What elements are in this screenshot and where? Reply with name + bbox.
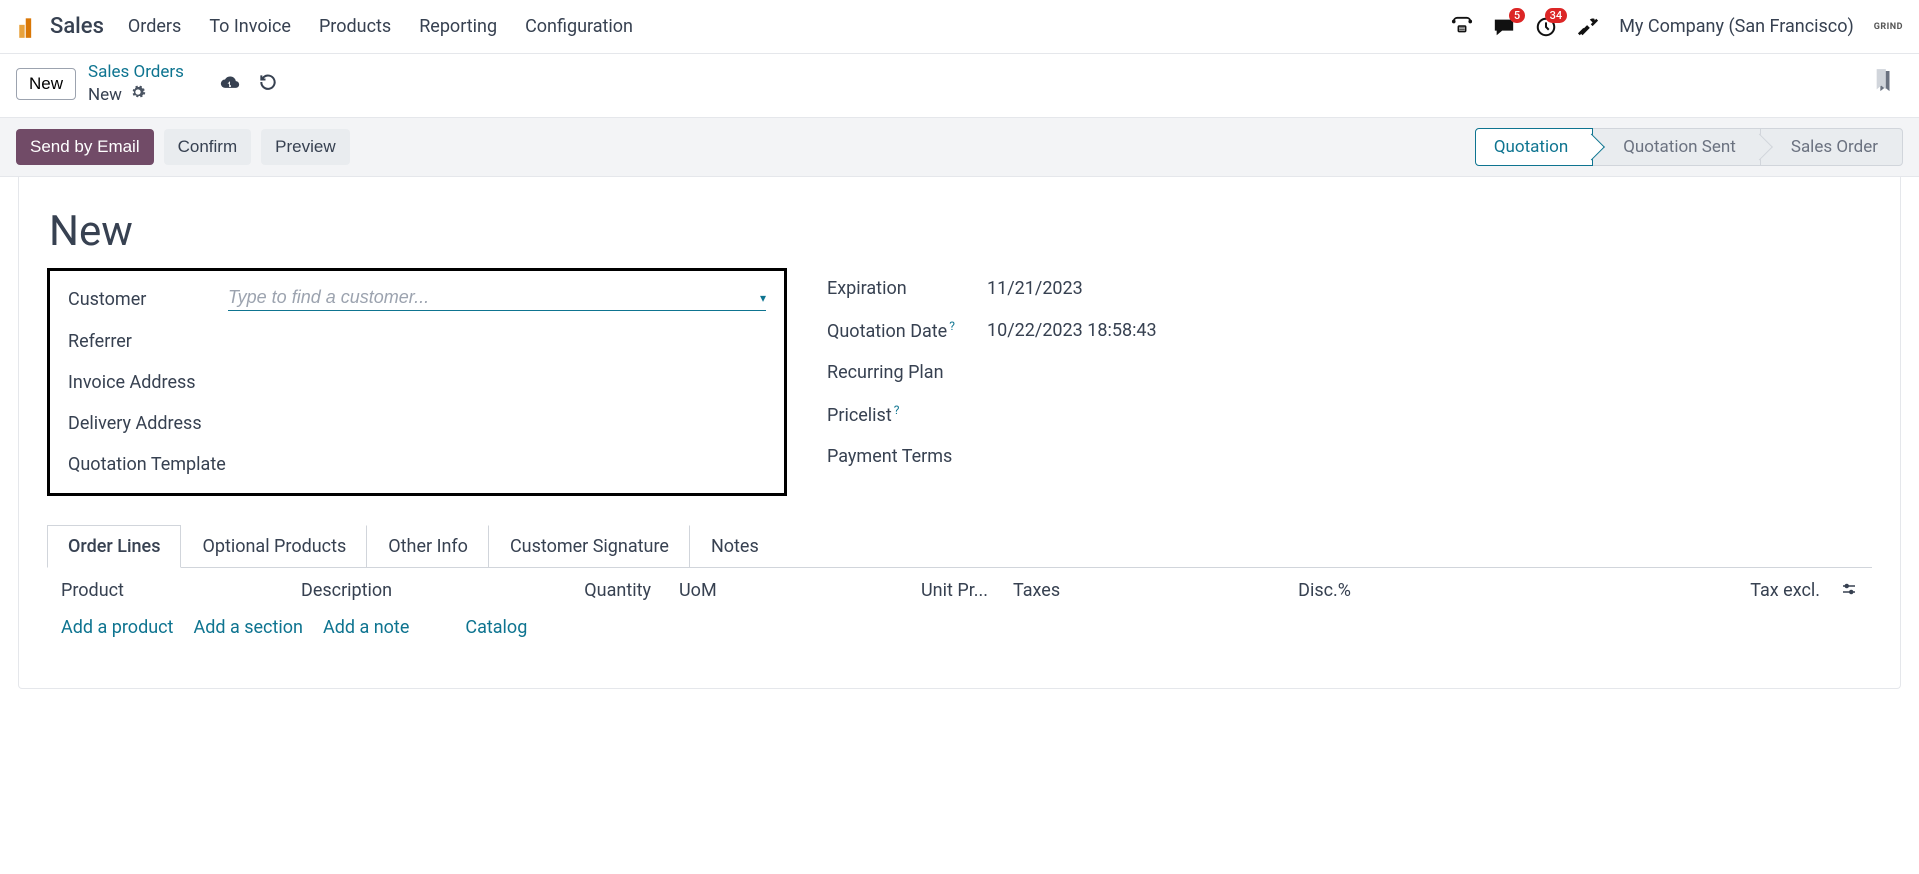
form-sheet: New Customer ▾ Referrer Invoice Address — [18, 177, 1901, 689]
customer-input[interactable] — [228, 287, 760, 308]
company-selector[interactable]: My Company (San Francisco) — [1619, 16, 1854, 37]
column-settings-icon[interactable] — [1828, 580, 1858, 603]
catalog-link[interactable]: Catalog — [465, 617, 527, 638]
breadcrumb-current: New — [88, 84, 184, 105]
page-title: New — [49, 207, 1872, 256]
nav-toinvoice[interactable]: To Invoice — [209, 16, 291, 37]
app-title[interactable]: Sales — [50, 14, 104, 39]
col-quantity: Quantity — [571, 580, 651, 603]
tabs: Order Lines Optional Products Other Info… — [47, 524, 1872, 568]
col-tax-excl: Tax excl. — [1351, 580, 1828, 603]
help-icon[interactable]: ? — [894, 403, 900, 417]
add-section-link[interactable]: Add a section — [193, 617, 303, 638]
send-by-email-button[interactable]: Send by Email — [16, 129, 154, 165]
topbar-right: 5 34 My Company (San Francisco) GRIND — [1451, 16, 1903, 38]
left-form-group: Customer ▾ Referrer Invoice Address Deli… — [47, 268, 787, 496]
chevron-down-icon[interactable]: ▾ — [760, 291, 766, 305]
customer-field-wrap[interactable]: ▾ — [228, 287, 766, 311]
expiration-value[interactable]: 11/21/2023 — [987, 278, 1083, 299]
discard-icon[interactable] — [258, 72, 278, 96]
nav-products[interactable]: Products — [319, 16, 391, 37]
referrer-label: Referrer — [68, 331, 228, 352]
control-row: New Sales Orders New — [0, 54, 1919, 118]
col-unit-price: Unit Pr... — [921, 580, 1001, 603]
activities-badge: 34 — [1545, 8, 1568, 23]
col-description: Description — [301, 580, 571, 603]
tab-order-lines[interactable]: Order Lines — [47, 525, 181, 568]
tab-customer-signature[interactable]: Customer Signature — [489, 525, 690, 568]
add-links: Add a product Add a section Add a note C… — [47, 615, 1872, 658]
breadcrumb-current-text: New — [88, 85, 122, 105]
add-product-link[interactable]: Add a product — [61, 617, 173, 638]
customer-label: Customer — [68, 289, 228, 310]
confirm-button[interactable]: Confirm — [164, 129, 252, 165]
messages-icon[interactable]: 5 — [1493, 16, 1515, 38]
quotation-date-value[interactable]: 10/22/2023 18:58:43 — [987, 320, 1157, 341]
tab-other-info[interactable]: Other Info — [367, 525, 489, 568]
nav-items: Orders To Invoice Products Reporting Con… — [128, 16, 633, 37]
col-taxes: Taxes — [1001, 580, 1241, 603]
right-form-group: Expiration 11/21/2023 Quotation Date? 10… — [827, 268, 1872, 496]
brand-logo: GRIND — [1874, 22, 1903, 32]
breadcrumb-parent[interactable]: Sales Orders — [88, 62, 184, 82]
help-icon[interactable]: ? — [949, 319, 955, 333]
recurring-plan-label: Recurring Plan — [827, 362, 987, 383]
pricelist-label-text: Pricelist — [827, 405, 892, 426]
status-bar: Quotation Quotation Sent Sales Order — [1476, 128, 1903, 166]
stage-sales-order[interactable]: Sales Order — [1760, 128, 1903, 166]
add-note-link[interactable]: Add a note — [323, 617, 409, 638]
topbar: Sales Orders To Invoice Products Reporti… — [0, 0, 1919, 54]
col-product: Product — [61, 580, 301, 603]
pricelist-label: Pricelist? — [827, 403, 987, 426]
cloud-upload-icon[interactable] — [220, 72, 240, 96]
app-logo[interactable] — [16, 14, 42, 40]
bookmark-icon[interactable] — [1873, 83, 1895, 99]
nav-orders[interactable]: Orders — [128, 16, 181, 37]
delivery-address-label: Delivery Address — [68, 413, 268, 434]
stage-quotation-sent[interactable]: Quotation Sent — [1592, 128, 1761, 166]
action-bar: Send by Email Confirm Preview Quotation … — [0, 118, 1919, 177]
quotation-template-label: Quotation Template — [68, 454, 288, 475]
nav-reporting[interactable]: Reporting — [419, 16, 497, 37]
messages-badge: 5 — [1509, 8, 1525, 23]
tab-optional-products[interactable]: Optional Products — [181, 525, 367, 568]
payment-terms-label: Payment Terms — [827, 446, 987, 467]
gear-icon[interactable] — [130, 84, 146, 105]
new-button[interactable]: New — [16, 68, 76, 100]
col-uom: UoM — [651, 580, 921, 603]
tools-icon[interactable] — [1577, 16, 1599, 38]
table-header: Product Description Quantity UoM Unit Pr… — [47, 568, 1872, 615]
invoice-address-label: Invoice Address — [68, 372, 268, 393]
preview-button[interactable]: Preview — [261, 129, 349, 165]
quotation-date-label-text: Quotation Date — [827, 321, 947, 342]
col-disc: Disc.% — [1241, 580, 1351, 603]
nav-configuration[interactable]: Configuration — [525, 16, 633, 37]
expiration-label: Expiration — [827, 278, 987, 299]
phone-icon[interactable] — [1451, 16, 1473, 38]
bars-icon — [16, 14, 42, 40]
stage-quotation[interactable]: Quotation — [1475, 128, 1593, 166]
quotation-date-label: Quotation Date? — [827, 319, 987, 342]
tab-notes[interactable]: Notes — [690, 525, 779, 568]
activities-icon[interactable]: 34 — [1535, 16, 1557, 38]
